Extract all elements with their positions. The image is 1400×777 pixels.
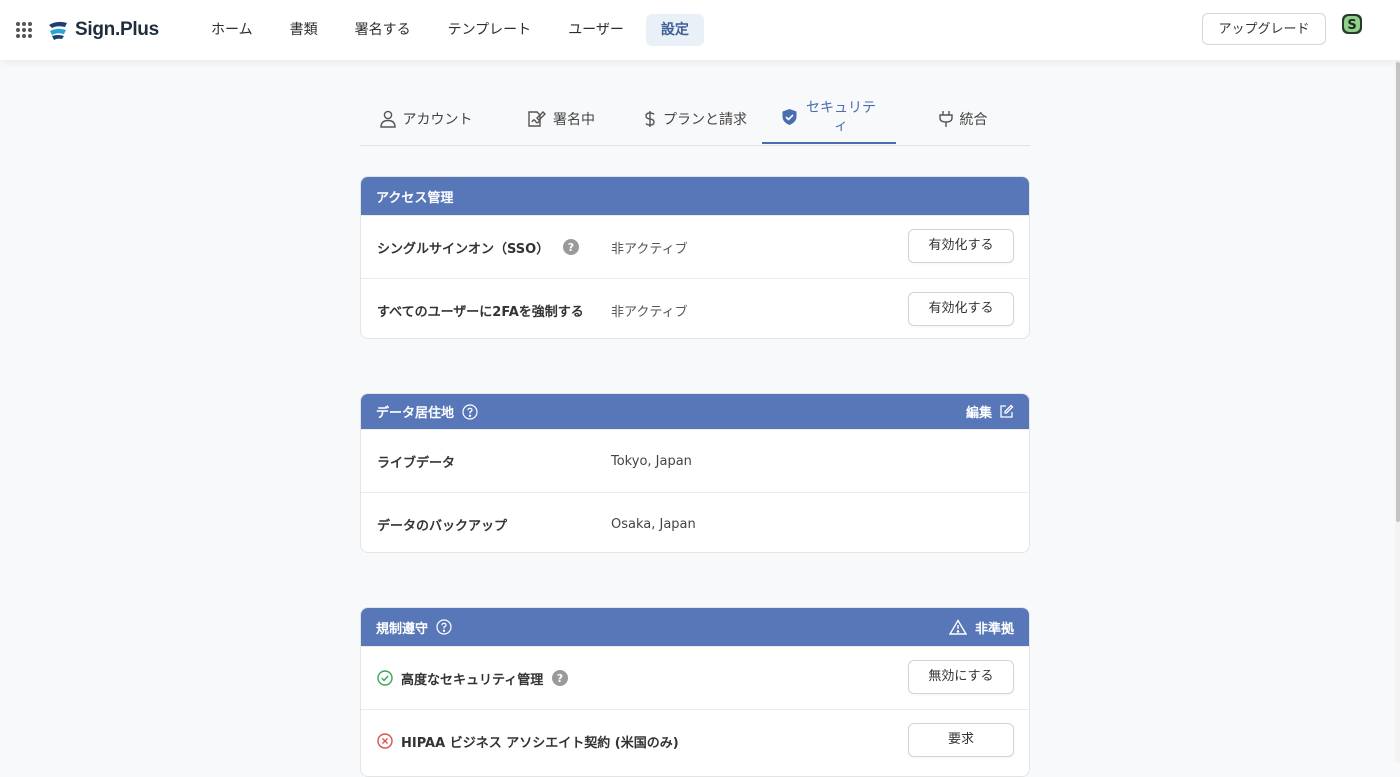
settings-row-advanced-security: 高度なセキュリティ管理 ? 無効にする [361,646,1029,709]
sign-plus-logo-icon [49,21,67,40]
row-label: シングルサインオン（SSO） [377,241,550,257]
help-icon[interactable]: ? [563,239,580,255]
tab-plans-billing[interactable]: プランと請求 [629,92,762,145]
tab-signing[interactable]: 署名中 [492,92,629,145]
row-label: すべてのユーザーに2FAを強制する [377,304,584,320]
help-icon[interactable] [462,403,478,420]
data-residency-card: データ居住地 編集 ライブデータ Tokyo, Japan データのバックアップ… [360,393,1030,553]
disable-advanced-security-button[interactable]: 無効にする [908,660,1014,694]
edit-icon [1000,404,1014,418]
row-label: HIPAA ビジネス アソシエイト契約 (米国のみ) [401,735,679,751]
row-value: 非アクティブ [611,241,688,257]
help-icon[interactable] [436,619,452,635]
nav-item-templates[interactable]: テンプレート [433,14,547,46]
row-label: データのバックアップ [377,518,508,534]
user-icon [379,110,396,128]
settings-row-sso: シングルサインオン（SSO） ? 非アクティブ 有効化する [361,215,1029,278]
tab-account[interactable]: アカウント [360,92,492,145]
user-avatar[interactable]: S [1341,13,1363,35]
app-logo[interactable]: Sign.Plus [47,16,159,44]
access-management-card: アクセス管理 シングルサインオン（SSO） ? 非アクティブ 有効化する すべて… [360,176,1030,339]
settings-tabs: アカウント 署名中 プランと請求 セキュリティ 統合 [360,92,1030,146]
card-title: データ居住地 [376,406,455,421]
plug-icon [938,110,953,127]
card-header: アクセス管理 [361,177,1029,215]
tab-label: プランと請求 [663,111,747,128]
shield-icon [782,109,797,125]
enable-sso-button[interactable]: 有効化する [908,229,1014,263]
signature-icon [528,110,546,127]
row-label: 高度なセキュリティ管理 [401,672,544,688]
card-header: データ居住地 編集 [361,394,1029,429]
dollar-icon [645,110,655,127]
x-circle-icon [377,733,393,749]
upgrade-button[interactable]: アップグレード [1202,13,1326,45]
tab-label: セキュリティ [806,100,876,134]
nav-item-home[interactable]: ホーム [196,14,268,46]
row-value: Osaka, Japan [611,516,696,532]
nav-item-settings[interactable]: 設定 [645,14,704,46]
top-navigation-bar: Sign.Plus ホーム 書類 署名する テンプレート ユーザー 設定 アップ… [0,0,1400,60]
edit-button[interactable]: 編集 [966,394,1014,429]
tab-integrations[interactable]: 統合 [896,92,1030,145]
compliance-status-label: 非準拠 [974,621,1014,637]
scrollbar-thumb[interactable] [1396,62,1400,522]
svg-text:?: ? [557,672,563,685]
row-value: 非アクティブ [611,304,688,320]
compliance-status: 非準拠 [948,608,1014,646]
request-hipaa-button[interactable]: 要求 [908,723,1014,757]
svg-text:S: S [1347,18,1356,33]
app-name: Sign.Plus [75,19,159,40]
row-value: Tokyo, Japan [611,453,692,469]
tab-label: 署名中 [553,111,595,128]
card-header: 規制遵守 非準拠 [361,608,1029,646]
row-label: ライブデータ [377,455,456,471]
tab-label: アカウント [402,111,473,128]
settings-row-2fa: すべてのユーザーに2FAを強制する 非アクティブ 有効化する [361,278,1029,338]
apps-grid-icon[interactable] [15,21,33,39]
edit-label: 編集 [965,406,992,421]
settings-row-live-data: ライブデータ Tokyo, Japan [361,429,1029,492]
enable-2fa-button[interactable]: 有効化する [908,292,1014,326]
settings-row-backup: データのバックアップ Osaka, Japan [361,492,1029,552]
nav-item-sign[interactable]: 署名する [340,14,426,46]
nav-item-documents[interactable]: 書類 [275,14,333,46]
check-circle-icon [377,670,393,686]
main-nav: ホーム 書類 署名する テンプレート ユーザー 設定 [196,14,711,46]
warning-icon [948,619,967,635]
card-title: アクセス管理 [376,190,454,206]
svg-text:?: ? [568,241,574,254]
tab-label: 統合 [959,111,988,128]
help-icon[interactable]: ? [552,670,569,686]
nav-item-users[interactable]: ユーザー [553,14,639,46]
card-title: 規制遵守 [376,621,429,637]
tab-security[interactable]: セキュリティ [762,92,896,144]
compliance-card: 規制遵守 非準拠 高度なセキュリティ管理 ? 無効にする HIPAA ビジネス … [360,607,1030,777]
